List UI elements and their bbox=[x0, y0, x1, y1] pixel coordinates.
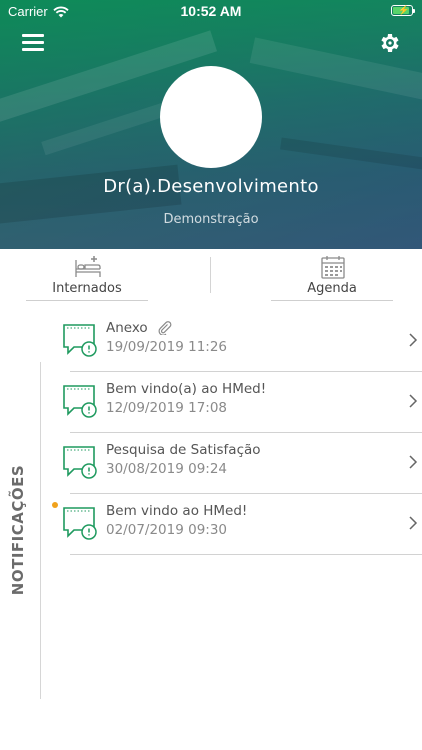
notifications-heading: NOTIFICAÇÕES bbox=[9, 464, 27, 596]
hamburger-menu-icon[interactable] bbox=[22, 34, 44, 52]
notification-title: Bem vindo ao HMed! bbox=[106, 503, 248, 519]
notification-date: 02/07/2019 09:30 bbox=[106, 522, 228, 538]
row-separator bbox=[70, 554, 422, 555]
internados-button[interactable]: Internados bbox=[26, 254, 148, 301]
notification-message-icon bbox=[63, 324, 97, 357]
notification-item[interactable]: Bem vindo ao HMed! 02/07/2019 09:30 bbox=[60, 494, 422, 555]
internados-label: Internados bbox=[52, 281, 122, 296]
notification-message-icon bbox=[63, 446, 97, 479]
shortcut-divider bbox=[210, 257, 211, 293]
notification-title: Anexo bbox=[106, 320, 148, 336]
notification-message-icon bbox=[63, 385, 97, 418]
notification-date: 19/09/2019 11:26 bbox=[106, 339, 228, 355]
profile-header: Carrier 10:52 AM ⚡ Dr(a).Desenvolvimento… bbox=[0, 0, 422, 249]
notification-date: 12/09/2019 17:08 bbox=[106, 400, 228, 416]
paperclip-icon bbox=[158, 321, 172, 335]
status-bar: Carrier 10:52 AM ⚡ bbox=[0, 0, 422, 22]
notification-item[interactable]: Bem vindo(a) ao HMed! 12/09/2019 17:08 bbox=[60, 372, 422, 433]
notifications-divider bbox=[40, 362, 41, 699]
chevron-right-icon bbox=[409, 394, 418, 408]
chevron-right-icon bbox=[409, 455, 418, 469]
hospital-bed-icon bbox=[75, 256, 101, 277]
calendar-icon bbox=[321, 256, 345, 279]
user-role: Demonstração bbox=[163, 212, 259, 227]
battery-icon: ⚡ bbox=[391, 5, 415, 16]
user-name: Dr(a).Desenvolvimento bbox=[103, 176, 319, 197]
notification-title: Pesquisa de Satisfação bbox=[106, 442, 261, 458]
notification-item[interactable]: Pesquisa de Satisfação 30/08/2019 09:24 bbox=[60, 433, 422, 494]
notification-message-icon bbox=[63, 507, 97, 540]
notifications-section-label: NOTIFICAÇÕES bbox=[0, 465, 36, 595]
chevron-right-icon bbox=[409, 516, 418, 530]
agenda-button[interactable]: Agenda bbox=[271, 254, 393, 301]
unread-indicator bbox=[52, 502, 58, 508]
notification-date: 30/08/2019 09:24 bbox=[106, 461, 228, 477]
gear-icon[interactable] bbox=[378, 31, 402, 55]
agenda-label: Agenda bbox=[307, 281, 357, 296]
clock: 10:52 AM bbox=[180, 3, 242, 19]
notification-item[interactable]: Anexo 19/09/2019 11:26 bbox=[60, 311, 422, 372]
chevron-right-icon bbox=[409, 333, 418, 347]
notification-title: Bem vindo(a) ao HMed! bbox=[106, 381, 267, 397]
avatar[interactable] bbox=[160, 66, 262, 168]
